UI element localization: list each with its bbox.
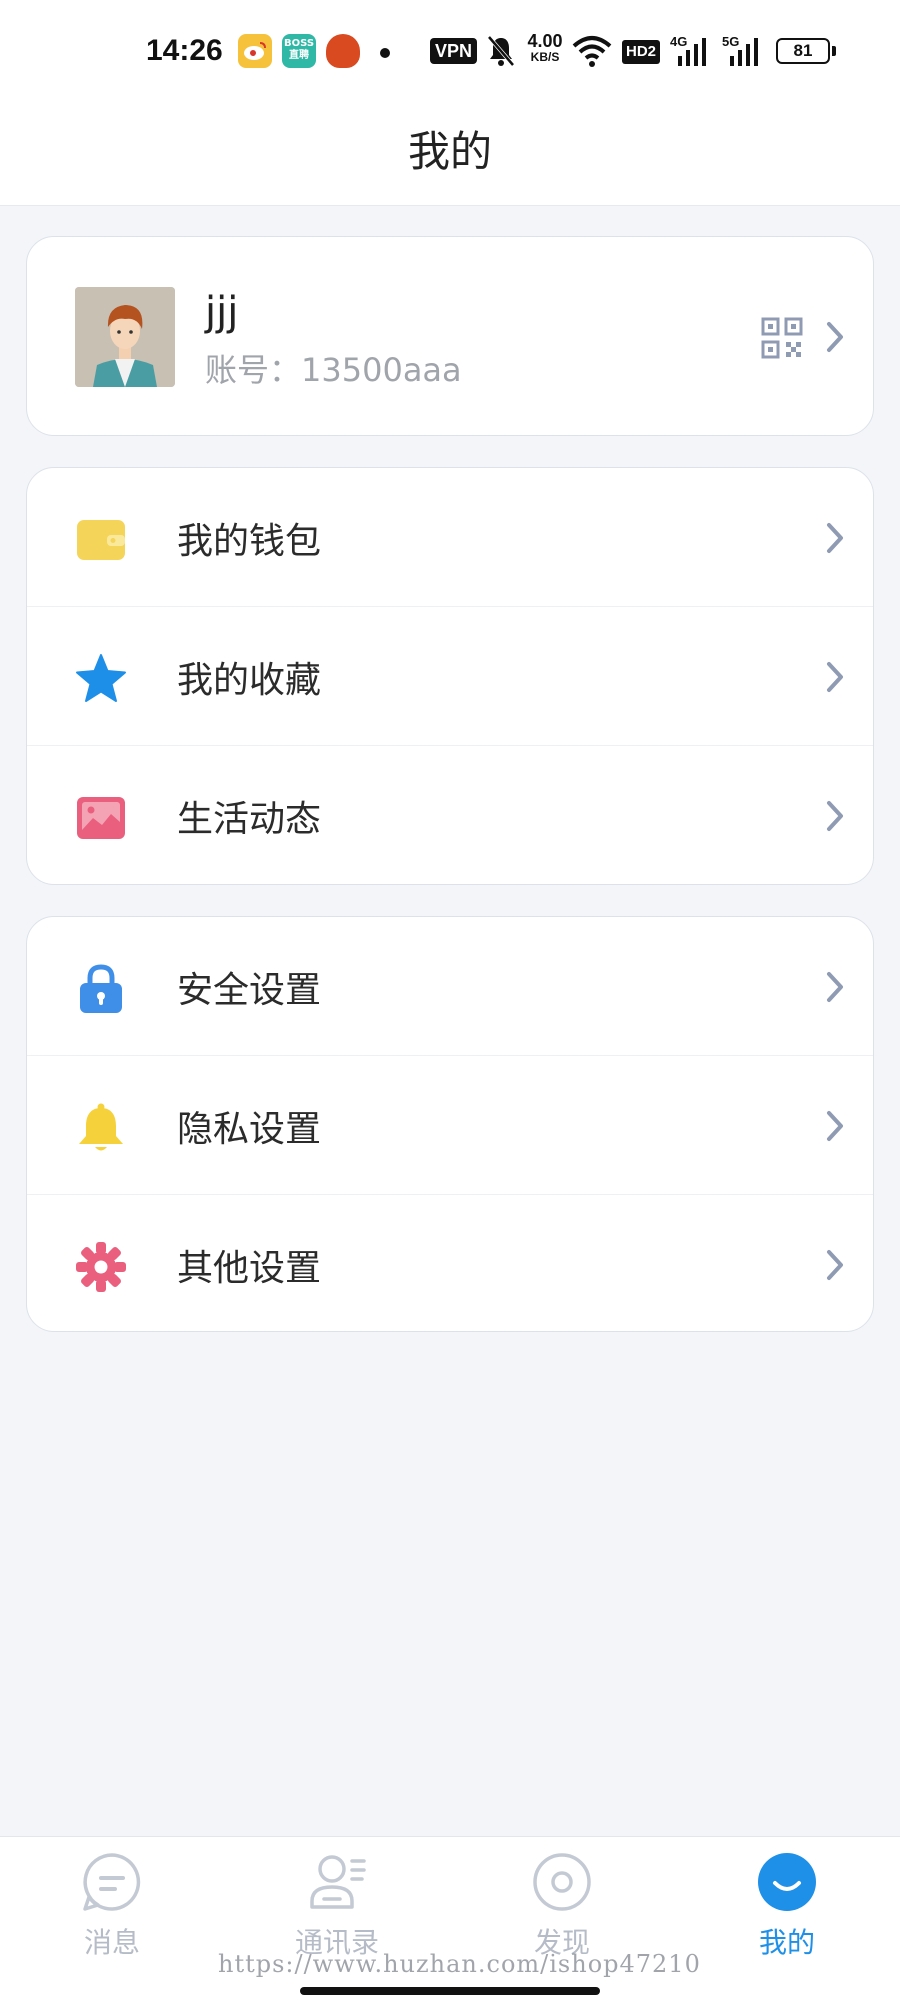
more-notifications-dot (380, 48, 390, 58)
profile-name: jjj (205, 289, 239, 335)
menu-label-wallet: 我的钱包 (177, 521, 322, 562)
menu-item-security[interactable]: 安全设置 (27, 917, 873, 1056)
chevron-right-icon (827, 322, 843, 352)
menu-group-wallet: 我的钱包 我的收藏 生活动态 (26, 467, 874, 885)
battery-indicator: 81 (776, 38, 836, 64)
weibo-icon (238, 34, 272, 68)
mute-bell-icon (487, 35, 515, 67)
page-title: 我的 (407, 127, 492, 176)
chevron-right-icon (827, 1250, 843, 1280)
avatar[interactable] (75, 287, 175, 387)
gear-icon (76, 1242, 126, 1292)
home-indicator[interactable] (300, 1987, 600, 1995)
svg-text:5G: 5G (722, 34, 739, 49)
chevron-right-icon (827, 662, 843, 692)
menu-label-moments: 生活动态 (177, 799, 322, 840)
image-icon (77, 797, 125, 839)
wifi-icon (572, 36, 612, 67)
lock-icon (80, 964, 122, 1013)
network-speed: 4.00 KB/S (527, 31, 563, 64)
boss-zhipin-icon: BOSS 直聘 (282, 34, 316, 68)
signal-4g-icon: 4G (670, 34, 706, 66)
menu-item-moments[interactable]: 生活动态 (27, 746, 873, 884)
bottom-nav: 消息 通讯录 发现 我的 (0, 1836, 900, 2010)
signal-5g-icon: 5G (722, 34, 758, 66)
discover-icon (533, 1853, 591, 1911)
tab-messages[interactable]: 消息 (37, 1851, 187, 2001)
menu-group-settings: 安全设置 隐私设置 其他设置 (26, 916, 874, 1332)
hd-voice-badge: HD2 (622, 40, 661, 64)
menu-label-other-settings: 其他设置 (177, 1248, 322, 1289)
tab-label-me: 我的 (758, 1926, 815, 1959)
menu-item-wallet[interactable]: 我的钱包 (27, 468, 873, 607)
page-header: 我的 (0, 100, 900, 206)
chevron-right-icon (827, 1111, 843, 1141)
chevron-right-icon (827, 972, 843, 1002)
contacts-icon (310, 1855, 366, 1909)
watermark-text: https://www.huzhan.com/ishop47210 (218, 1950, 701, 1978)
menu-label-security: 安全设置 (177, 970, 322, 1011)
menu-label-favorites: 我的收藏 (177, 660, 322, 701)
profile-account: 账号：13500aaa (205, 345, 462, 391)
svg-text:4G: 4G (670, 34, 687, 49)
me-icon (758, 1853, 816, 1911)
app-icon (326, 34, 360, 68)
account-label: 账号： (205, 351, 302, 389)
menu-item-other-settings[interactable]: 其他设置 (27, 1195, 873, 1331)
qr-code-icon[interactable] (761, 317, 803, 359)
message-icon (83, 1853, 141, 1911)
vpn-badge: VPN (430, 38, 478, 64)
tab-label-messages: 消息 (83, 1926, 140, 1959)
bell-icon (79, 1103, 123, 1151)
tab-contacts[interactable]: 通讯录 (262, 1851, 412, 2001)
tab-discover[interactable]: 发现 (487, 1851, 637, 2001)
star-icon (76, 654, 126, 702)
menu-label-privacy: 隐私设置 (177, 1109, 322, 1150)
wallet-icon (77, 520, 125, 560)
tab-me[interactable]: 我的 (712, 1851, 862, 2001)
chevron-right-icon (827, 801, 843, 831)
account-value: 13500aaa (301, 351, 462, 389)
status-bar: 14:26 BOSS 直聘 VPN 4.00 KB/S HD2 4G 5G 81 (0, 0, 900, 100)
status-time: 14:26 (146, 34, 223, 67)
menu-item-privacy[interactable]: 隐私设置 (27, 1056, 873, 1195)
chevron-right-icon (827, 523, 843, 553)
profile-card[interactable]: jjj 账号：13500aaa (26, 236, 874, 436)
menu-item-favorites[interactable]: 我的收藏 (27, 607, 873, 746)
